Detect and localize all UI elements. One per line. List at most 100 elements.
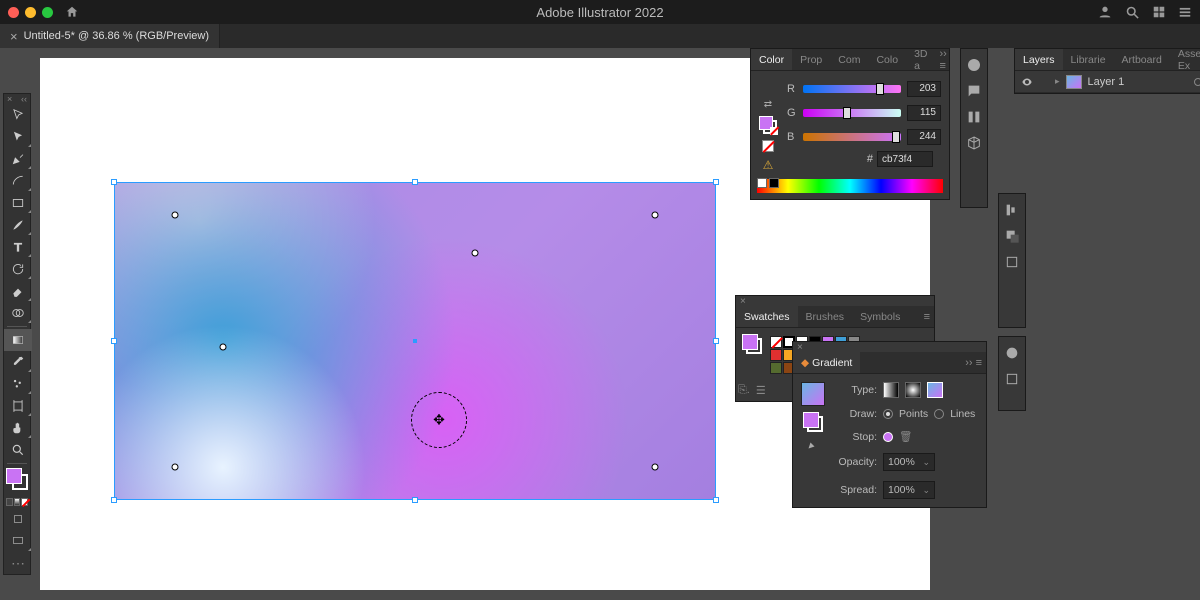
tab-colorguide[interactable]: Colo bbox=[868, 49, 906, 70]
tab-brushes[interactable]: Brushes bbox=[798, 306, 853, 327]
layer-row[interactable]: ▸ Layer 1 bbox=[1015, 71, 1200, 93]
search-icon[interactable] bbox=[1125, 5, 1140, 20]
expand-arrow-icon[interactable]: ▸ bbox=[1055, 76, 1060, 87]
tab-asset-export[interactable]: Asset Ex bbox=[1170, 49, 1200, 70]
gradient-fill-stroke[interactable] bbox=[803, 412, 823, 432]
mesh-point[interactable] bbox=[172, 211, 179, 218]
panel-menu-icon[interactable]: ≡ bbox=[920, 311, 934, 323]
arrange-icon[interactable] bbox=[1152, 5, 1166, 19]
3d-icon[interactable] bbox=[966, 135, 982, 151]
rectangle-tool[interactable] bbox=[4, 192, 32, 214]
pathfinder-icon[interactable] bbox=[1004, 228, 1020, 244]
properties-icon[interactable] bbox=[966, 57, 982, 73]
type-linear[interactable] bbox=[883, 382, 899, 398]
cloud-user-icon[interactable] bbox=[1097, 4, 1113, 20]
mesh-point[interactable] bbox=[472, 249, 479, 256]
g-value[interactable]: 115 bbox=[907, 105, 941, 121]
swatch-fill-stroke[interactable] bbox=[742, 334, 762, 354]
swatch-none[interactable] bbox=[770, 336, 782, 348]
tab-properties[interactable]: Prop bbox=[792, 49, 830, 70]
mesh-point[interactable] bbox=[172, 464, 179, 471]
opacity-dropdown[interactable]: 100%⌄ bbox=[883, 453, 935, 471]
fill-stroke-swatch[interactable] bbox=[4, 466, 30, 496]
rotate-tool[interactable] bbox=[4, 258, 32, 280]
b-slider[interactable] bbox=[803, 133, 901, 141]
swatch[interactable] bbox=[770, 349, 782, 361]
swatch-libraries-icon[interactable]: ⎘. bbox=[738, 384, 750, 397]
tab-3d[interactable]: 3D a bbox=[906, 49, 935, 70]
draw-mode-normal[interactable] bbox=[4, 508, 32, 530]
out-of-gamut-icon[interactable]: ⚠ bbox=[763, 158, 774, 172]
delete-stop-icon[interactable]: 🗑 bbox=[899, 430, 912, 443]
type-freeform[interactable] bbox=[927, 382, 943, 398]
curvature-tool[interactable] bbox=[4, 170, 32, 192]
comments-icon[interactable] bbox=[966, 83, 982, 99]
tab-artboards[interactable]: Artboard bbox=[1114, 49, 1170, 70]
swap-fill-stroke-icon[interactable]: ⇄ bbox=[764, 99, 772, 110]
tab-swatches[interactable]: Swatches bbox=[736, 306, 798, 327]
tab-gradient[interactable]: ◆Gradient bbox=[793, 352, 860, 373]
tab-symbols[interactable]: Symbols bbox=[852, 306, 908, 327]
screen-mode[interactable] bbox=[4, 530, 32, 552]
eyedropper-tool[interactable] bbox=[4, 351, 32, 373]
tab-libraries[interactable]: Librarie bbox=[1063, 49, 1114, 70]
tab-comments[interactable]: Com bbox=[830, 49, 868, 70]
selection-handle[interactable] bbox=[111, 497, 117, 503]
spread-dropdown[interactable]: 100%⌄ bbox=[883, 481, 935, 499]
target-icon[interactable] bbox=[1194, 78, 1200, 86]
g-slider[interactable] bbox=[803, 109, 901, 117]
hand-tool[interactable] bbox=[4, 417, 32, 439]
eraser-tool[interactable] bbox=[4, 280, 32, 302]
selection-handle[interactable] bbox=[111, 338, 117, 344]
visibility-toggle-icon[interactable] bbox=[1021, 76, 1033, 88]
type-radial[interactable] bbox=[905, 382, 921, 398]
selection-handle[interactable] bbox=[713, 338, 719, 344]
home-icon[interactable] bbox=[65, 5, 79, 19]
draw-points-radio[interactable] bbox=[883, 409, 893, 419]
stop-color-swatch[interactable] bbox=[883, 432, 893, 442]
zoom-tool[interactable] bbox=[4, 439, 32, 461]
color-mode-buttons[interactable] bbox=[4, 496, 30, 508]
hex-input[interactable] bbox=[877, 151, 933, 167]
direct-selection-tool[interactable] bbox=[4, 126, 32, 148]
workspace-menu-icon[interactable] bbox=[1178, 5, 1192, 19]
transform-icon[interactable] bbox=[1004, 254, 1020, 270]
gradient-tool[interactable] bbox=[4, 329, 32, 351]
mesh-point[interactable] bbox=[220, 344, 227, 351]
symbol-sprayer-tool[interactable] bbox=[4, 373, 32, 395]
panel-menu-icon[interactable]: ›› ≡ bbox=[961, 357, 986, 369]
appearance-icon[interactable] bbox=[1004, 345, 1020, 361]
maximize-window-button[interactable] bbox=[42, 7, 53, 18]
r-value[interactable]: 203 bbox=[907, 81, 941, 97]
b-value[interactable]: 244 bbox=[907, 129, 941, 145]
artboard[interactable]: ✥ bbox=[115, 183, 715, 499]
tab-layers[interactable]: Layers bbox=[1015, 49, 1063, 70]
selection-tool[interactable] bbox=[4, 104, 32, 126]
white-swatch[interactable] bbox=[757, 178, 767, 188]
close-window-button[interactable] bbox=[8, 7, 19, 18]
mesh-point[interactable] bbox=[652, 211, 659, 218]
toolbox-dragbar[interactable]: ×‹‹ bbox=[4, 94, 30, 104]
minimize-window-button[interactable] bbox=[25, 7, 36, 18]
mesh-point[interactable] bbox=[652, 464, 659, 471]
r-slider[interactable] bbox=[803, 85, 901, 93]
close-panel-icon[interactable]: × bbox=[797, 342, 803, 353]
pen-tool[interactable] bbox=[4, 148, 32, 170]
type-tool[interactable] bbox=[4, 236, 32, 258]
selection-handle[interactable] bbox=[412, 497, 418, 503]
selection-handle[interactable] bbox=[412, 179, 418, 185]
selection-handle[interactable] bbox=[713, 179, 719, 185]
close-tab-icon[interactable]: × bbox=[10, 29, 18, 44]
paintbrush-tool[interactable] bbox=[4, 214, 32, 236]
artboard-tool[interactable] bbox=[4, 395, 32, 417]
color-none-icon[interactable] bbox=[762, 140, 774, 152]
fill-stroke-indicator[interactable] bbox=[759, 116, 777, 134]
libraries-icon[interactable] bbox=[966, 109, 982, 125]
selection-handle[interactable] bbox=[713, 497, 719, 503]
swatch[interactable] bbox=[770, 362, 782, 374]
document-tab[interactable]: × Untitled-5* @ 36.86 % (RGB/Preview) bbox=[0, 24, 220, 48]
shape-builder-tool[interactable] bbox=[4, 302, 32, 324]
black-swatch[interactable] bbox=[769, 178, 779, 188]
gradient-preview[interactable] bbox=[801, 382, 825, 406]
selection-handle[interactable] bbox=[111, 179, 117, 185]
